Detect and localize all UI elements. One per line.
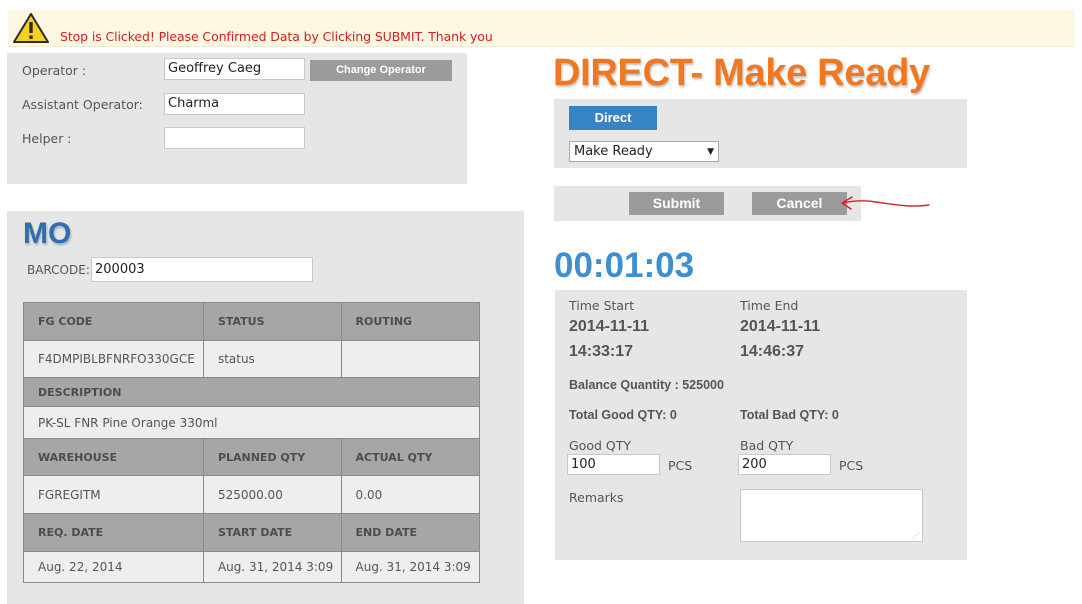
start-date-header: START DATE	[202, 513, 342, 552]
operator-field[interactable]: Geoffrey Caeg	[164, 58, 305, 80]
chevron-down-icon: ▼	[707, 147, 714, 157]
helper-field[interactable]	[164, 127, 305, 149]
warehouse-value: FGREGITM	[23, 475, 204, 514]
time-end-time: 14:46:37	[740, 343, 805, 360]
good-qty-field[interactable]: 100	[567, 454, 660, 475]
bad-qty-unit: PCS	[839, 458, 864, 473]
status-value: status	[202, 340, 342, 378]
table-row: FGREGITM 525000.00 0.00	[23, 475, 480, 514]
table-header-row: WAREHOUSE PLANNED QTY ACTUAL QTY	[23, 438, 480, 476]
time-start-time: 14:33:17	[569, 343, 634, 360]
barcode-label: BARCODE:	[27, 263, 90, 277]
actual-qty-header: ACTUAL QTY	[340, 438, 480, 476]
fg-code-header: FG CODE	[23, 302, 204, 341]
barcode-field[interactable]: 200003	[91, 257, 313, 282]
helper-label: Helper :	[22, 131, 72, 146]
planned-qty-header: PLANNED QTY	[202, 438, 342, 476]
total-good-qty: Total Good QTY: 0	[569, 408, 677, 422]
cancel-button[interactable]: Cancel	[752, 192, 847, 215]
table-row: Aug. 22, 2014 Aug. 31, 2014 3:09 Aug. 31…	[23, 551, 480, 583]
mo-details-table: FG CODE STATUS ROUTING F4DMPIBLBFNRFO330…	[23, 302, 480, 583]
end-date-header: END DATE	[340, 513, 480, 552]
alert-bar: Stop is Clicked! Please Confirmed Data b…	[8, 10, 1075, 47]
production-details-panel: Time Start 2014-11-11 14:33:17 Time End …	[555, 290, 967, 560]
annotation-arrow-icon	[841, 196, 930, 210]
mo-panel: MO BARCODE: 200003 FG CODE STATUS ROUTIN…	[7, 211, 524, 604]
warning-icon	[12, 12, 50, 48]
req-date-header: REQ. DATE	[23, 513, 204, 552]
routing-value	[340, 340, 480, 378]
balance-quantity: Balance Quantity : 525000	[569, 378, 724, 392]
mode-select[interactable]: Make Ready ▼	[569, 141, 719, 162]
table-header-row: REQ. DATE START DATE END DATE	[23, 513, 480, 552]
actions-panel: Submit Cancel	[554, 186, 861, 221]
time-end-label: Time End	[740, 298, 799, 313]
table-header-row: DESCRIPTION	[23, 377, 480, 407]
change-operator-button[interactable]: Change Operator	[310, 60, 452, 81]
elapsed-timer: 00:01:03	[554, 246, 695, 285]
start-date-value: Aug. 31, 2014 3:09	[202, 551, 342, 583]
assistant-operator-label: Assistant Operator:	[22, 97, 143, 112]
direct-button[interactable]: Direct	[569, 106, 657, 130]
mo-title: MO	[23, 217, 72, 250]
bad-qty-field[interactable]: 200	[738, 454, 831, 475]
actual-qty-value: 0.00	[340, 475, 480, 514]
end-date-value: Aug. 31, 2014 3:09	[340, 551, 480, 583]
table-header-row: FG CODE STATUS ROUTING	[23, 302, 480, 341]
operators-panel: Operator : Geoffrey Caeg Change Operator…	[7, 53, 467, 184]
description-header: DESCRIPTION	[23, 377, 480, 407]
good-qty-label: Good QTY	[569, 438, 631, 453]
warehouse-header: WAREHOUSE	[23, 438, 204, 476]
time-start-date: 2014-11-11	[569, 318, 650, 335]
direct-panel: Direct Make Ready ▼	[554, 99, 967, 168]
bad-qty-label: Bad QTY	[740, 438, 794, 453]
table-row: F4DMPIBLBFNRFO330GCE status	[23, 340, 480, 378]
status-header: STATUS	[202, 302, 342, 341]
time-start-label: Time Start	[569, 298, 635, 313]
description-value: PK-SL FNR Pine Orange 330ml	[23, 406, 480, 439]
req-date-value: Aug. 22, 2014	[23, 551, 204, 583]
planned-qty-value: 525000.00	[202, 475, 342, 514]
resize-grip-icon[interactable]: ⋰	[912, 531, 920, 540]
total-bad-qty: Total Bad QTY: 0	[740, 408, 839, 422]
submit-button[interactable]: Submit	[629, 192, 724, 215]
mode-select-value: Make Ready	[574, 144, 653, 159]
operator-label: Operator :	[22, 63, 87, 78]
time-end-date: 2014-11-11	[740, 318, 821, 335]
remarks-label: Remarks	[569, 490, 624, 505]
page-title: DIRECT- Make Ready	[553, 52, 930, 94]
table-row: PK-SL FNR Pine Orange 330ml	[23, 406, 480, 439]
remarks-textarea[interactable]: ⋰	[740, 489, 923, 542]
good-qty-unit: PCS	[668, 458, 693, 473]
routing-header: ROUTING	[340, 302, 480, 341]
alert-message: Stop is Clicked! Please Confirmed Data b…	[60, 29, 493, 44]
assistant-operator-field[interactable]: Charma	[164, 93, 305, 115]
fg-code-value: F4DMPIBLBFNRFO330GCE	[23, 340, 204, 378]
